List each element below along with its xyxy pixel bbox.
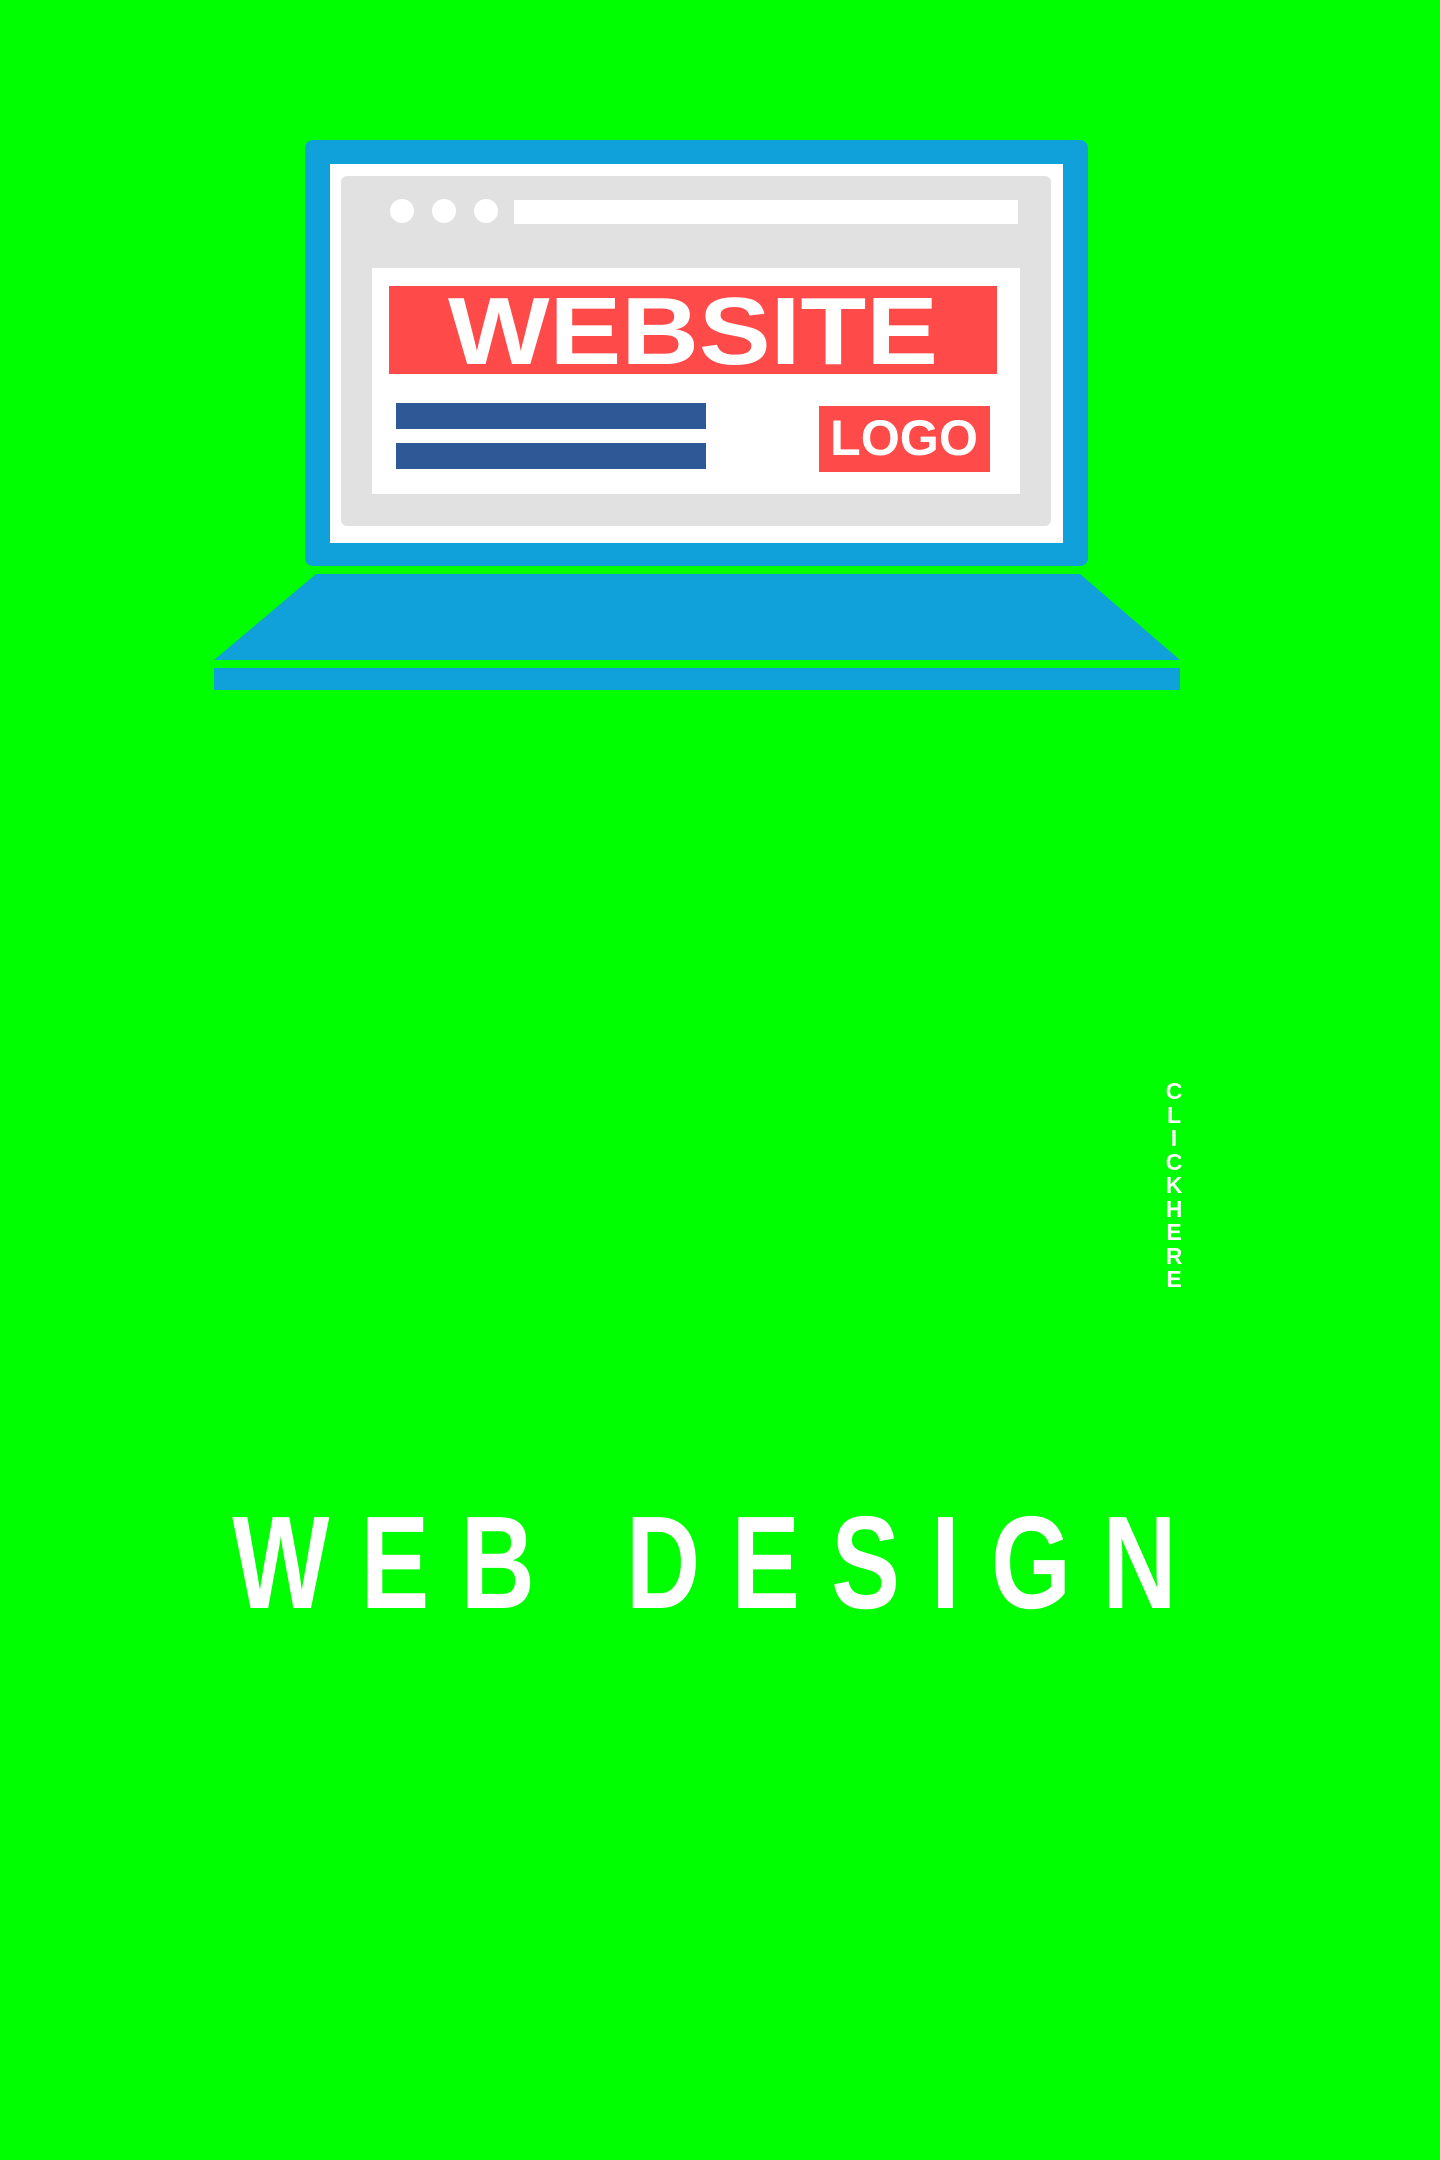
laptop-base-strip — [214, 668, 1180, 690]
text-line — [396, 403, 706, 429]
address-bar — [514, 200, 1018, 224]
click-here-letter[interactable]: E — [1162, 1267, 1186, 1292]
click-here-letter[interactable]: C — [1162, 1079, 1186, 1104]
laptop-base — [214, 574, 1180, 660]
logo-label: LOGO — [830, 410, 978, 466]
window-dot-icon — [432, 199, 456, 223]
click-here-letter[interactable]: C — [1162, 1150, 1186, 1175]
click-here-letter[interactable]: I — [1162, 1126, 1186, 1151]
click-here-letter[interactable]: H — [1162, 1197, 1186, 1222]
click-here-button[interactable]: CLICKHERE — [1162, 1079, 1186, 1292]
click-here-letter[interactable]: L — [1162, 1103, 1186, 1128]
laptop-illustration: WEBSITE LOGO — [0, 0, 1440, 700]
window-dot-icon — [474, 199, 498, 223]
window-dot-icon — [390, 199, 414, 223]
headline: WEB DESIGN — [232, 1489, 1208, 1636]
text-line — [396, 443, 706, 469]
click-here-letter[interactable]: R — [1162, 1244, 1186, 1269]
click-here-letter[interactable]: E — [1162, 1220, 1186, 1245]
click-here-letter[interactable]: K — [1162, 1173, 1186, 1198]
website-label: WEBSITE — [448, 278, 938, 385]
